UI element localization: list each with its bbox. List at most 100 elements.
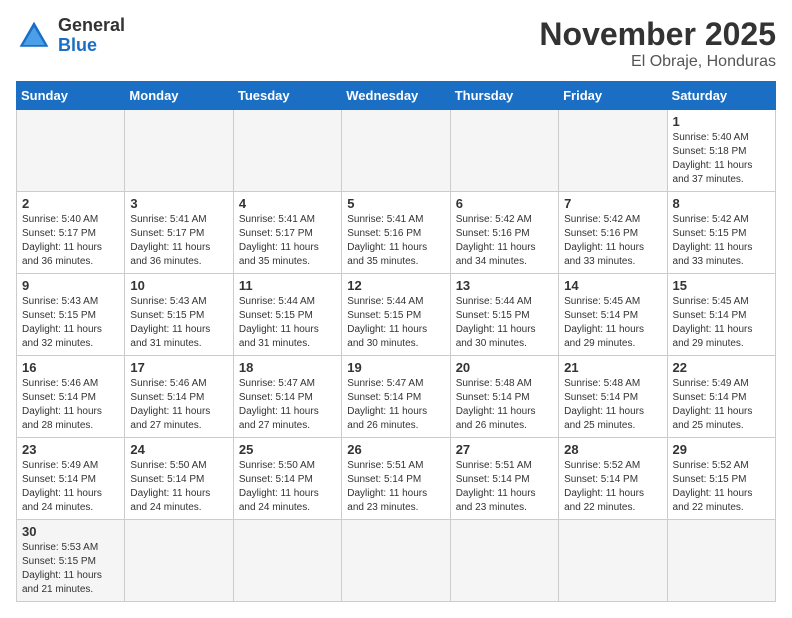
calendar-cell: 10 Sunrise: 5:43 AM Sunset: 5:15 PM Dayli… xyxy=(125,274,233,356)
day-info: Sunrise: 5:42 AM Sunset: 5:16 PM Dayligh… xyxy=(564,213,661,269)
calendar-cell: 1Sunrise: 5:40 AM Sunset: 5:18 PM Daylig… xyxy=(667,110,775,192)
day-info: Sunrise: 5:40 AM Sunset: 5:17 PM Dayligh… xyxy=(22,213,119,269)
day-info: Sunrise: 5:46 AM Sunset: 5:14 PM Dayligh… xyxy=(130,377,227,433)
day-info: Sunrise: 5:44 AM Sunset: 5:15 PM Dayligh… xyxy=(456,295,553,351)
day-number: 9 xyxy=(22,278,119,293)
weekday-header-friday: Friday xyxy=(559,82,667,110)
day-info: Sunrise: 5:48 AM Sunset: 5:14 PM Dayligh… xyxy=(564,377,661,433)
day-info: Sunrise: 5:47 AM Sunset: 5:14 PM Dayligh… xyxy=(347,377,444,433)
day-info: Sunrise: 5:41 AM Sunset: 5:17 PM Dayligh… xyxy=(239,213,336,269)
day-info: Sunrise: 5:49 AM Sunset: 5:14 PM Dayligh… xyxy=(673,377,770,433)
calendar-cell: 8 Sunrise: 5:42 AM Sunset: 5:15 PM Daylig… xyxy=(667,192,775,274)
calendar-cell: 4 Sunrise: 5:41 AM Sunset: 5:17 PM Daylig… xyxy=(233,192,341,274)
calendar-cell xyxy=(450,110,558,192)
calendar-cell: 16 Sunrise: 5:46 AM Sunset: 5:14 PM Dayli… xyxy=(17,356,125,438)
day-number: 23 xyxy=(22,442,119,457)
calendar-cell: 3Sunrise: 5:41 AM Sunset: 5:17 PM Daylig… xyxy=(125,192,233,274)
calendar-row-2: 2 Sunrise: 5:40 AM Sunset: 5:17 PM Daylig… xyxy=(17,192,776,274)
day-number: 20 xyxy=(456,360,553,375)
calendar-cell xyxy=(342,520,450,602)
month-title: November 2025 xyxy=(539,16,776,53)
calendar-row-1: 1Sunrise: 5:40 AM Sunset: 5:18 PM Daylig… xyxy=(17,110,776,192)
day-info: Sunrise: 5:48 AM Sunset: 5:14 PM Dayligh… xyxy=(456,377,553,433)
day-info: Sunrise: 5:47 AM Sunset: 5:14 PM Dayligh… xyxy=(239,377,336,433)
day-number: 10 xyxy=(130,278,227,293)
day-number: 8 xyxy=(673,196,770,211)
day-info: Sunrise: 5:53 AM Sunset: 5:15 PM Dayligh… xyxy=(22,541,119,597)
day-number: 7 xyxy=(564,196,661,211)
weekday-header-monday: Monday xyxy=(125,82,233,110)
calendar-cell: 25Sunrise: 5:50 AM Sunset: 5:14 PM Dayli… xyxy=(233,438,341,520)
day-number: 1 xyxy=(673,114,770,129)
calendar-cell: 28 Sunrise: 5:52 AM Sunset: 5:14 PM Dayli… xyxy=(559,438,667,520)
day-number: 2 xyxy=(22,196,119,211)
calendar-cell xyxy=(559,110,667,192)
day-info: Sunrise: 5:42 AM Sunset: 5:15 PM Dayligh… xyxy=(673,213,770,269)
day-number: 28 xyxy=(564,442,661,457)
calendar-cell xyxy=(17,110,125,192)
calendar-cell: 11 Sunrise: 5:44 AM Sunset: 5:15 PM Dayli… xyxy=(233,274,341,356)
day-info: Sunrise: 5:50 AM Sunset: 5:14 PM Dayligh… xyxy=(239,459,336,515)
day-info: Sunrise: 5:52 AM Sunset: 5:14 PM Dayligh… xyxy=(564,459,661,515)
day-info: Sunrise: 5:49 AM Sunset: 5:14 PM Dayligh… xyxy=(22,459,119,515)
calendar-cell: 6Sunrise: 5:42 AM Sunset: 5:16 PM Daylig… xyxy=(450,192,558,274)
calendar-cell xyxy=(559,520,667,602)
day-number: 21 xyxy=(564,360,661,375)
day-number: 11 xyxy=(239,278,336,293)
day-info: Sunrise: 5:52 AM Sunset: 5:15 PM Dayligh… xyxy=(673,459,770,515)
day-number: 18 xyxy=(239,360,336,375)
day-info: Sunrise: 5:43 AM Sunset: 5:15 PM Dayligh… xyxy=(130,295,227,351)
day-info: Sunrise: 5:51 AM Sunset: 5:14 PM Dayligh… xyxy=(456,459,553,515)
calendar-cell: 27 Sunrise: 5:51 AM Sunset: 5:14 PM Dayli… xyxy=(450,438,558,520)
day-number: 30 xyxy=(22,524,119,539)
day-number: 6 xyxy=(456,196,553,211)
day-info: Sunrise: 5:41 AM Sunset: 5:16 PM Dayligh… xyxy=(347,213,444,269)
calendar-cell: 24 Sunrise: 5:50 AM Sunset: 5:14 PM Dayli… xyxy=(125,438,233,520)
day-number: 4 xyxy=(239,196,336,211)
day-number: 14 xyxy=(564,278,661,293)
day-number: 19 xyxy=(347,360,444,375)
calendar-cell xyxy=(125,520,233,602)
day-info: Sunrise: 5:41 AM Sunset: 5:17 PM Dayligh… xyxy=(130,213,227,269)
calendar-cell: 15 Sunrise: 5:45 AM Sunset: 5:14 PM Dayli… xyxy=(667,274,775,356)
day-info: Sunrise: 5:45 AM Sunset: 5:14 PM Dayligh… xyxy=(673,295,770,351)
calendar-cell: 12Sunrise: 5:44 AM Sunset: 5:15 PM Dayli… xyxy=(342,274,450,356)
calendar-cell xyxy=(450,520,558,602)
calendar-cell: 18 Sunrise: 5:47 AM Sunset: 5:14 PM Dayli… xyxy=(233,356,341,438)
calendar-cell xyxy=(667,520,775,602)
logo: GeneralBlue xyxy=(16,16,125,56)
day-number: 15 xyxy=(673,278,770,293)
calendar-cell: 14Sunrise: 5:45 AM Sunset: 5:14 PM Dayli… xyxy=(559,274,667,356)
day-number: 22 xyxy=(673,360,770,375)
calendar-cell xyxy=(342,110,450,192)
calendar-cell: 7 Sunrise: 5:42 AM Sunset: 5:16 PM Daylig… xyxy=(559,192,667,274)
calendar-cell xyxy=(125,110,233,192)
day-info: Sunrise: 5:46 AM Sunset: 5:14 PM Dayligh… xyxy=(22,377,119,433)
calendar-row-6: 30 Sunrise: 5:53 AM Sunset: 5:15 PM Dayli… xyxy=(17,520,776,602)
weekday-header-tuesday: Tuesday xyxy=(233,82,341,110)
weekday-header-thursday: Thursday xyxy=(450,82,558,110)
calendar-cell: 23 Sunrise: 5:49 AM Sunset: 5:14 PM Dayli… xyxy=(17,438,125,520)
calendar-cell: 26Sunrise: 5:51 AM Sunset: 5:14 PM Dayli… xyxy=(342,438,450,520)
day-number: 27 xyxy=(456,442,553,457)
calendar-cell: 2 Sunrise: 5:40 AM Sunset: 5:17 PM Daylig… xyxy=(17,192,125,274)
calendar-row-4: 16 Sunrise: 5:46 AM Sunset: 5:14 PM Dayli… xyxy=(17,356,776,438)
weekday-header-row: SundayMondayTuesdayWednesdayThursdayFrid… xyxy=(17,82,776,110)
calendar-row-3: 9 Sunrise: 5:43 AM Sunset: 5:15 PM Daylig… xyxy=(17,274,776,356)
logo-icon xyxy=(16,18,52,54)
calendar-cell: 13 Sunrise: 5:44 AM Sunset: 5:15 PM Dayli… xyxy=(450,274,558,356)
day-info: Sunrise: 5:50 AM Sunset: 5:14 PM Dayligh… xyxy=(130,459,227,515)
day-info: Sunrise: 5:51 AM Sunset: 5:14 PM Dayligh… xyxy=(347,459,444,515)
day-number: 5 xyxy=(347,196,444,211)
day-number: 12 xyxy=(347,278,444,293)
day-number: 17 xyxy=(130,360,227,375)
calendar-cell: 5 Sunrise: 5:41 AM Sunset: 5:16 PM Daylig… xyxy=(342,192,450,274)
calendar-cell: 30 Sunrise: 5:53 AM Sunset: 5:15 PM Dayli… xyxy=(17,520,125,602)
day-number: 13 xyxy=(456,278,553,293)
day-number: 24 xyxy=(130,442,227,457)
day-number: 16 xyxy=(22,360,119,375)
day-number: 29 xyxy=(673,442,770,457)
calendar-cell: 9Sunrise: 5:43 AM Sunset: 5:15 PM Daylig… xyxy=(17,274,125,356)
calendar-cell: 29 Sunrise: 5:52 AM Sunset: 5:15 PM Dayli… xyxy=(667,438,775,520)
day-info: Sunrise: 5:44 AM Sunset: 5:15 PM Dayligh… xyxy=(239,295,336,351)
